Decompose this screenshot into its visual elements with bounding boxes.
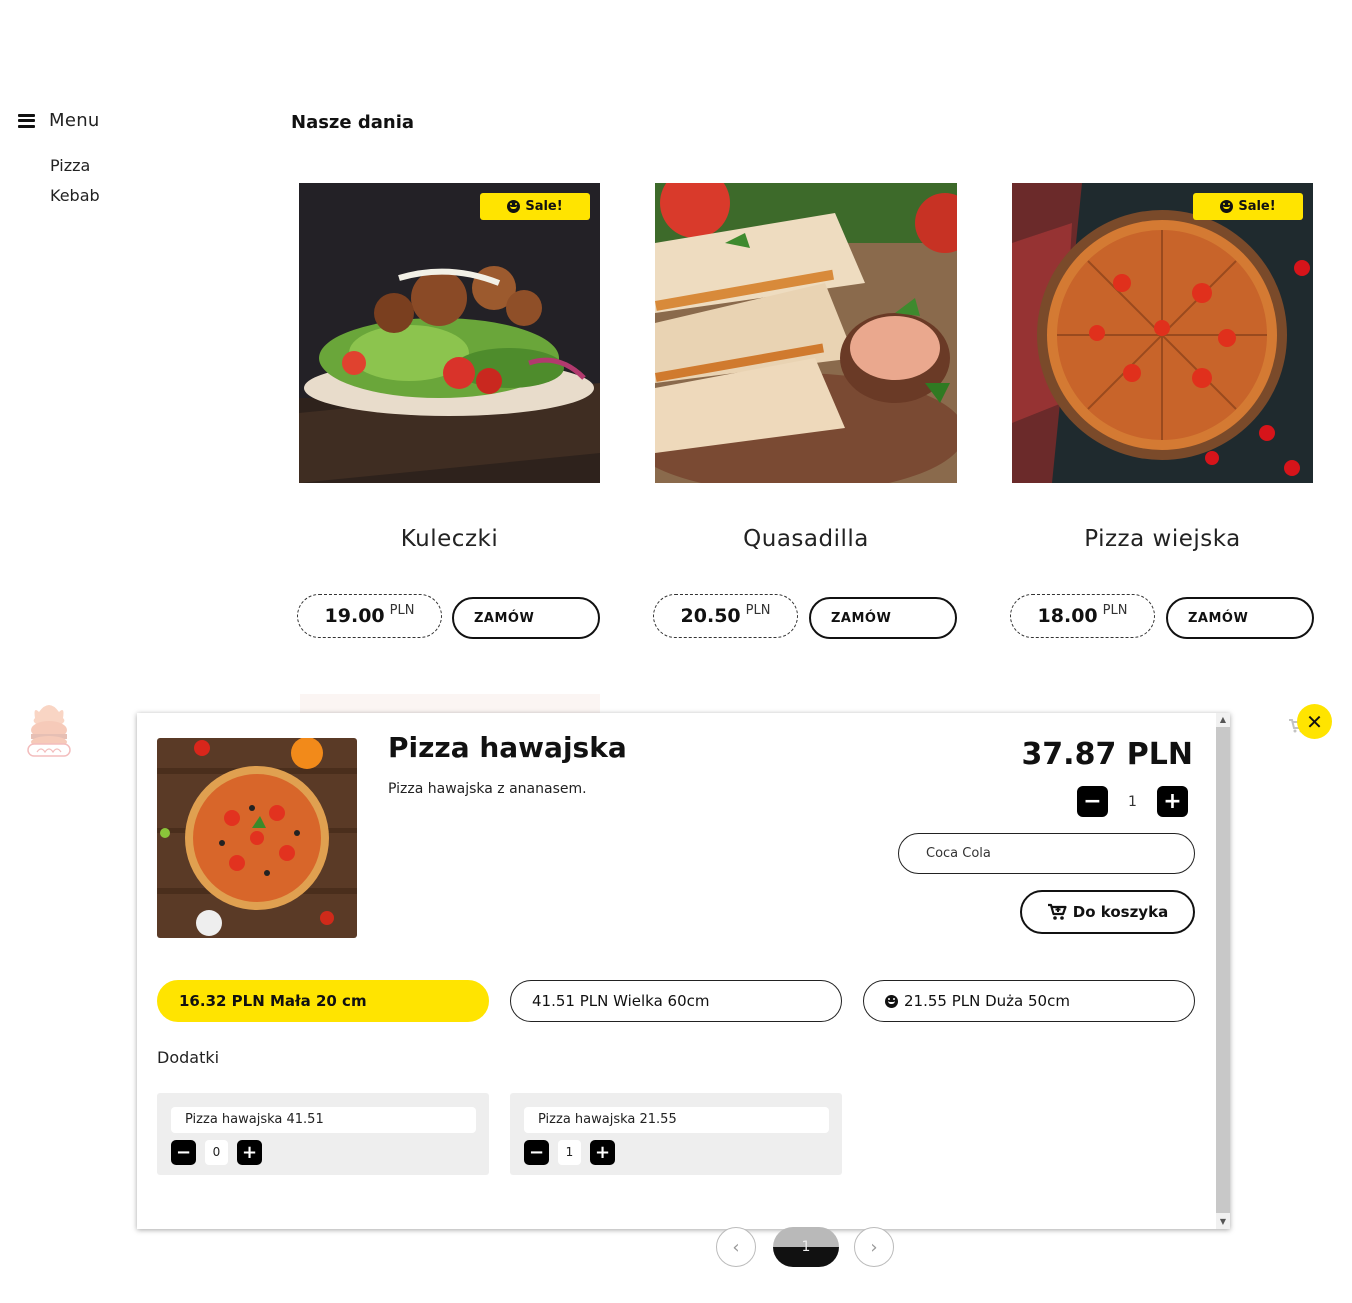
sale-label: Sale! [1238, 199, 1275, 214]
size-option-small[interactable]: 16.32 PLN Mała 20 cm [157, 980, 489, 1022]
product-name: Kuleczki [299, 526, 600, 552]
addon-name: Pizza hawajska 41.51 [171, 1107, 476, 1133]
addon-stepper: − 1 + [524, 1140, 615, 1165]
modal-price: 37.87 PLN [1021, 737, 1193, 772]
addon-item: Pizza hawajska 41.51 − 0 + [157, 1093, 489, 1175]
quesadilla-photo[interactable] [655, 183, 957, 483]
scroll-down-icon[interactable]: ▼ [1216, 1215, 1230, 1229]
cart-icon [1047, 903, 1067, 921]
sale-badge: Sale! [1193, 193, 1303, 220]
close-icon: ✕ [1306, 710, 1323, 734]
add-to-cart-button[interactable]: Do koszyka [1020, 890, 1195, 934]
size-label: 21.55 PLN Duża 50cm [904, 992, 1070, 1010]
price-amount: 19.00 [325, 605, 385, 627]
addon-stepper: − 0 + [171, 1140, 262, 1165]
pagination: ‹ 1 › [716, 1227, 896, 1267]
addons-heading: Dodatki [157, 1048, 219, 1067]
chevron-left-icon: ‹ [732, 1237, 739, 1258]
next-row-peek [300, 694, 600, 714]
size-label: 41.51 PLN Wielka 60cm [532, 992, 710, 1010]
modal-description: Pizza hawajska z ananasem. [388, 781, 587, 797]
scrollbar-thumb[interactable] [1216, 727, 1230, 1213]
addon-increase-button[interactable]: + [237, 1140, 262, 1165]
addon-quantity: 1 [558, 1140, 581, 1165]
quantity-value: 1 [1108, 794, 1157, 810]
page-title: Nasze dania [291, 112, 414, 133]
product-name: Quasadilla [655, 526, 957, 552]
price-currency: PLN [390, 603, 415, 618]
price-currency: PLN [1103, 603, 1128, 618]
sale-badge: Sale! [480, 193, 590, 220]
price-amount: 20.50 [681, 605, 741, 627]
modal-scrollbar[interactable]: ▲ ▼ [1216, 713, 1230, 1229]
decrease-button[interactable]: − [1077, 786, 1108, 817]
falafel-wrap-photo[interactable]: Sale! [299, 183, 600, 483]
product-price: 19.00 PLN [297, 594, 442, 638]
product-price: 18.00 PLN [1010, 594, 1155, 638]
category-list: Pizza Kebab [50, 151, 238, 211]
size-option-big[interactable]: 21.55 PLN Duża 50cm [863, 980, 1195, 1022]
increase-button[interactable]: + [1157, 786, 1188, 817]
order-button[interactable]: ZAMÓW [809, 597, 957, 639]
smile-icon [1220, 200, 1233, 213]
price-currency: PLN [746, 603, 771, 618]
size-label: 16.32 PLN Mała 20 cm [179, 992, 367, 1010]
pizza-photo[interactable]: Sale! [1012, 183, 1313, 483]
addon-decrease-button[interactable]: − [171, 1140, 196, 1165]
drink-select[interactable] [898, 833, 1195, 874]
sale-label: Sale! [525, 199, 562, 214]
size-options: 16.32 PLN Mała 20 cm 41.51 PLN Wielka 60… [157, 980, 1195, 1022]
burger-logo [25, 698, 73, 760]
addon-decrease-button[interactable]: − [524, 1140, 549, 1165]
close-modal-button[interactable]: ✕ [1297, 704, 1332, 739]
order-button[interactable]: ZAMÓW [1166, 597, 1314, 639]
page-number[interactable]: 1 [773, 1227, 839, 1267]
add-to-cart-label: Do koszyka [1073, 903, 1168, 921]
product-modal: Pizza hawajska Pizza hawajska z ananasem… [137, 713, 1230, 1229]
addon-quantity: 0 [205, 1140, 228, 1165]
order-button[interactable]: ZAMÓW [452, 597, 600, 639]
addons-list: Pizza hawajska 41.51 − 0 + Pizza hawajsk… [157, 1093, 842, 1175]
chevron-right-icon: › [870, 1237, 877, 1258]
menu-header[interactable]: Menu [18, 110, 238, 131]
size-option-large[interactable]: 41.51 PLN Wielka 60cm [510, 980, 842, 1022]
product-price: 20.50 PLN [653, 594, 798, 638]
category-kebab[interactable]: Kebab [50, 181, 238, 211]
quantity-stepper: − 1 + [1077, 786, 1188, 817]
product-name: Pizza wiejska [1012, 526, 1313, 552]
smile-icon [507, 200, 520, 213]
price-amount: 18.00 [1038, 605, 1098, 627]
addon-item: Pizza hawajska 21.55 − 1 + [510, 1093, 842, 1175]
prev-page-button[interactable]: ‹ [716, 1227, 756, 1267]
addon-increase-button[interactable]: + [590, 1140, 615, 1165]
modal-product-photo [157, 738, 357, 938]
menu-title: Menu [49, 110, 100, 131]
next-page-button[interactable]: › [854, 1227, 894, 1267]
scroll-up-icon[interactable]: ▲ [1216, 713, 1230, 727]
addon-name: Pizza hawajska 21.55 [524, 1107, 829, 1133]
smile-icon [885, 995, 898, 1008]
hamburger-icon[interactable] [18, 114, 35, 128]
sidebar: Menu Pizza Kebab [18, 110, 238, 211]
category-pizza[interactable]: Pizza [50, 151, 238, 181]
modal-title: Pizza hawajska [388, 731, 627, 764]
